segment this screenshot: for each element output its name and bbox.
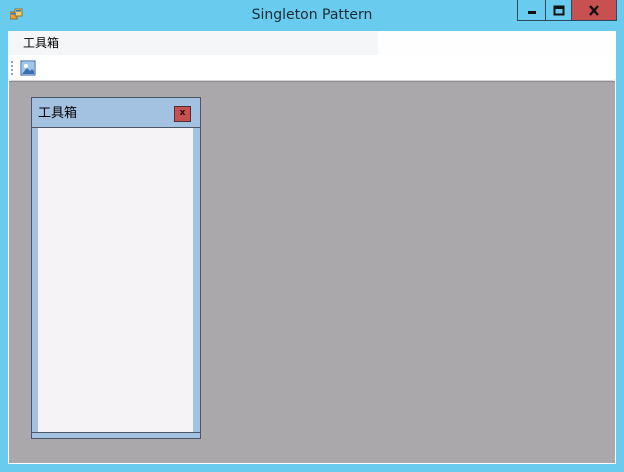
minimize-icon — [527, 11, 536, 14]
client-area: 工具箱 工具箱 x — [8, 31, 616, 464]
title-bar[interactable]: Singleton Pattern — [0, 0, 624, 30]
toolbox-title-bar[interactable]: 工具箱 x — [32, 98, 200, 128]
menu-bar: 工具箱 — [8, 31, 616, 55]
maximize-button[interactable] — [545, 0, 572, 21]
toolbox-window[interactable]: 工具箱 x — [31, 97, 201, 439]
maximize-icon — [553, 5, 564, 15]
toolbox-content — [38, 128, 193, 432]
toolbox-close-button[interactable]: x — [174, 106, 191, 122]
menu-item-toolbox[interactable]: 工具箱 — [16, 35, 66, 51]
mdi-container: 工具箱 x — [9, 81, 615, 463]
toolbar-grip-icon[interactable] — [11, 60, 13, 75]
minimize-button[interactable] — [517, 0, 545, 21]
close-icon — [589, 4, 599, 16]
close-button[interactable] — [572, 0, 617, 21]
toolbox-title: 工具箱 — [38, 106, 78, 121]
main-window: Singleton Pattern 工具箱 工具箱 x — [0, 0, 624, 472]
toolbox-bottom-edge — [32, 432, 200, 433]
image-icon[interactable] — [20, 60, 36, 76]
tool-strip — [8, 55, 616, 81]
